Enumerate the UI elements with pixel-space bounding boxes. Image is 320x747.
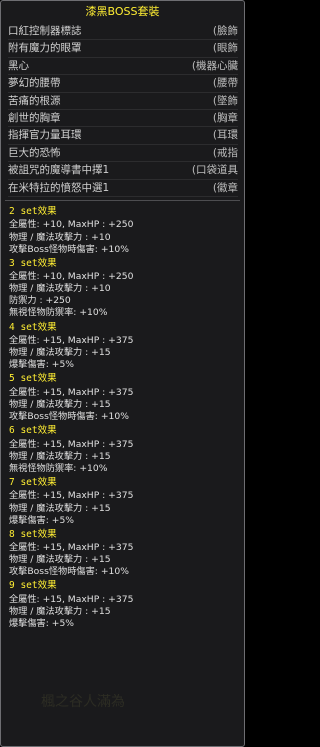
set-effect-block: 6 set效果 全屬性: +15, MaxHP : +375 物理 / 魔法攻擊…	[9, 424, 244, 475]
stat-line: 全屬性: +15, MaxHP : +375	[9, 490, 134, 502]
watermark-text: 楓之谷人滿為	[41, 694, 125, 710]
stat-line: 無視怪物防禦率: +10%	[9, 462, 108, 474]
set-item: 被詛咒的魔導書中擇1 (口袋道具	[8, 162, 238, 180]
item-category: (機器心臟	[191, 59, 238, 72]
stat-line: 物理 / 魔法攻擊力 : +15	[9, 398, 111, 410]
set-item-list: 口紅控制器標誌 (臉飾 附有魔力的眼罩 (眼飾 黑心 (機器心臟 夢幻的腰帶 (腰帶 苦…	[1, 23, 244, 197]
set-effect-block: 9 set效果 全屬性: +15, MaxHP : +375 物理 / 魔法攻擊…	[9, 579, 244, 630]
set-item: 巨大的恐怖 (戒指	[8, 145, 238, 163]
item-name: 附有魔力的眼罩	[8, 42, 82, 55]
set-item: 夢幻的腰帶 (腰帶	[8, 75, 238, 93]
set-effect-header: 3 set效果	[9, 257, 57, 269]
set-effect-header: 9 set效果	[9, 580, 57, 592]
stat-line: 物理 / 魔法攻擊力 : +15	[9, 347, 111, 359]
item-category: (徽章	[212, 181, 238, 194]
stat-line: 無視怪物防禦率: +10%	[9, 307, 108, 319]
set-effect-header: 2 set效果	[9, 205, 57, 217]
stat-line: 爆擊傷害: +5%	[9, 514, 75, 526]
stat-line: 爆擊傷害: +5%	[9, 618, 75, 630]
stat-line: 全屬性: +15, MaxHP : +375	[9, 335, 134, 347]
stat-line: 物理 / 魔法攻擊力 : +10	[9, 231, 111, 243]
stat-line: 物理 / 魔法攻擊力 : +15	[9, 502, 111, 514]
set-effect-header: 4 set效果	[9, 321, 57, 333]
stat-line: 全屬性: +15, MaxHP : +375	[9, 386, 134, 398]
set-title: 漆黑BOSS套裝	[85, 5, 160, 18]
item-name: 在米特拉的憤怒中選1	[8, 181, 110, 194]
set-effects: 2 set效果 全屬性: +10, MaxHP : +250 物理 / 魔法攻擊…	[1, 205, 244, 630]
stat-line: 全屬性: +15, MaxHP : +375	[9, 438, 134, 450]
stat-line: 全屬性: +10, MaxHP : +250	[9, 271, 134, 283]
set-item: 在米特拉的憤怒中選1 (徽章	[8, 180, 238, 197]
item-category: (腰帶	[212, 77, 238, 90]
set-item: 指揮官力量耳環 (耳環	[8, 127, 238, 145]
item-name: 指揮官力量耳環	[8, 129, 82, 142]
stat-line: 物理 / 魔法攻擊力 : +10	[9, 283, 111, 295]
set-effect-header: 6 set效果	[9, 425, 57, 437]
item-name: 夢幻的腰帶	[8, 77, 61, 90]
item-category: (臉飾	[212, 25, 238, 37]
item-name: 黑心	[8, 59, 29, 72]
stat-line: 防禦力 : +250	[9, 295, 71, 307]
set-effect-block: 4 set效果 全屬性: +15, MaxHP : +375 物理 / 魔法攻擊…	[9, 321, 244, 372]
set-item: 附有魔力的眼罩 (眼飾	[8, 40, 238, 58]
stat-line: 物理 / 魔法攻擊力 : +15	[9, 450, 111, 462]
divider	[5, 199, 240, 201]
item-category: (口袋道具	[191, 164, 238, 177]
set-item: 創世的胸章 (胸章	[8, 110, 238, 128]
item-category: (眼飾	[212, 42, 238, 55]
set-item: 苦痛的根源 (墜飾	[8, 93, 238, 110]
set-effect-block: 3 set效果 全屬性: +10, MaxHP : +250 物理 / 魔法攻擊…	[9, 257, 244, 320]
item-name: 巨大的恐怖	[8, 146, 61, 159]
set-item: 黑心 (機器心臟	[8, 58, 238, 76]
stat-line: 攻擊Boss怪物時傷害: +10%	[9, 566, 129, 578]
set-effect-block: 8 set效果 全屬性: +15, MaxHP : +375 物理 / 魔法攻擊…	[9, 528, 244, 579]
stat-line: 物理 / 魔法攻擊力 : +15	[9, 554, 111, 566]
stat-line: 爆擊傷害: +5%	[9, 359, 75, 371]
stat-line: 全屬性: +15, MaxHP : +375	[9, 542, 134, 554]
set-effect-header: 7 set效果	[9, 476, 57, 488]
stat-line: 全屬性: +10, MaxHP : +250	[9, 219, 134, 231]
set-effect-block: 2 set效果 全屬性: +10, MaxHP : +250 物理 / 魔法攻擊…	[9, 205, 244, 256]
set-effect-block: 5 set效果 全屬性: +15, MaxHP : +375 物理 / 魔法攻擊…	[9, 372, 244, 423]
item-category: (耳環	[212, 129, 238, 142]
stat-line: 物理 / 魔法攻擊力 : +15	[9, 606, 111, 618]
item-category: (胸章	[212, 111, 238, 124]
set-effect-header: 8 set效果	[9, 528, 57, 540]
item-category: (戒指	[212, 146, 238, 159]
item-name: 被詛咒的魔導書中擇1	[8, 164, 110, 177]
stat-line: 全屬性: +15, MaxHP : +375	[9, 593, 134, 605]
item-name: 苦痛的根源	[8, 94, 61, 107]
set-effect-block: 7 set效果 全屬性: +15, MaxHP : +375 物理 / 魔法攻擊…	[9, 476, 244, 527]
stat-line: 攻擊Boss怪物時傷害: +10%	[9, 243, 129, 255]
set-effect-header: 5 set效果	[9, 373, 57, 385]
item-name: 口紅控制器標誌	[8, 25, 82, 37]
item-category: (墜飾	[212, 94, 238, 107]
stat-line: 攻擊Boss怪物時傷害: +10%	[9, 411, 129, 423]
item-name: 創世的胸章	[8, 111, 61, 124]
set-item: 口紅控制器標誌 (臉飾	[8, 23, 238, 41]
set-tooltip: 漆黑BOSS套裝 口紅控制器標誌 (臉飾 附有魔力的眼罩 (眼飾 黑心 (機器心臟 夢…	[0, 0, 245, 747]
